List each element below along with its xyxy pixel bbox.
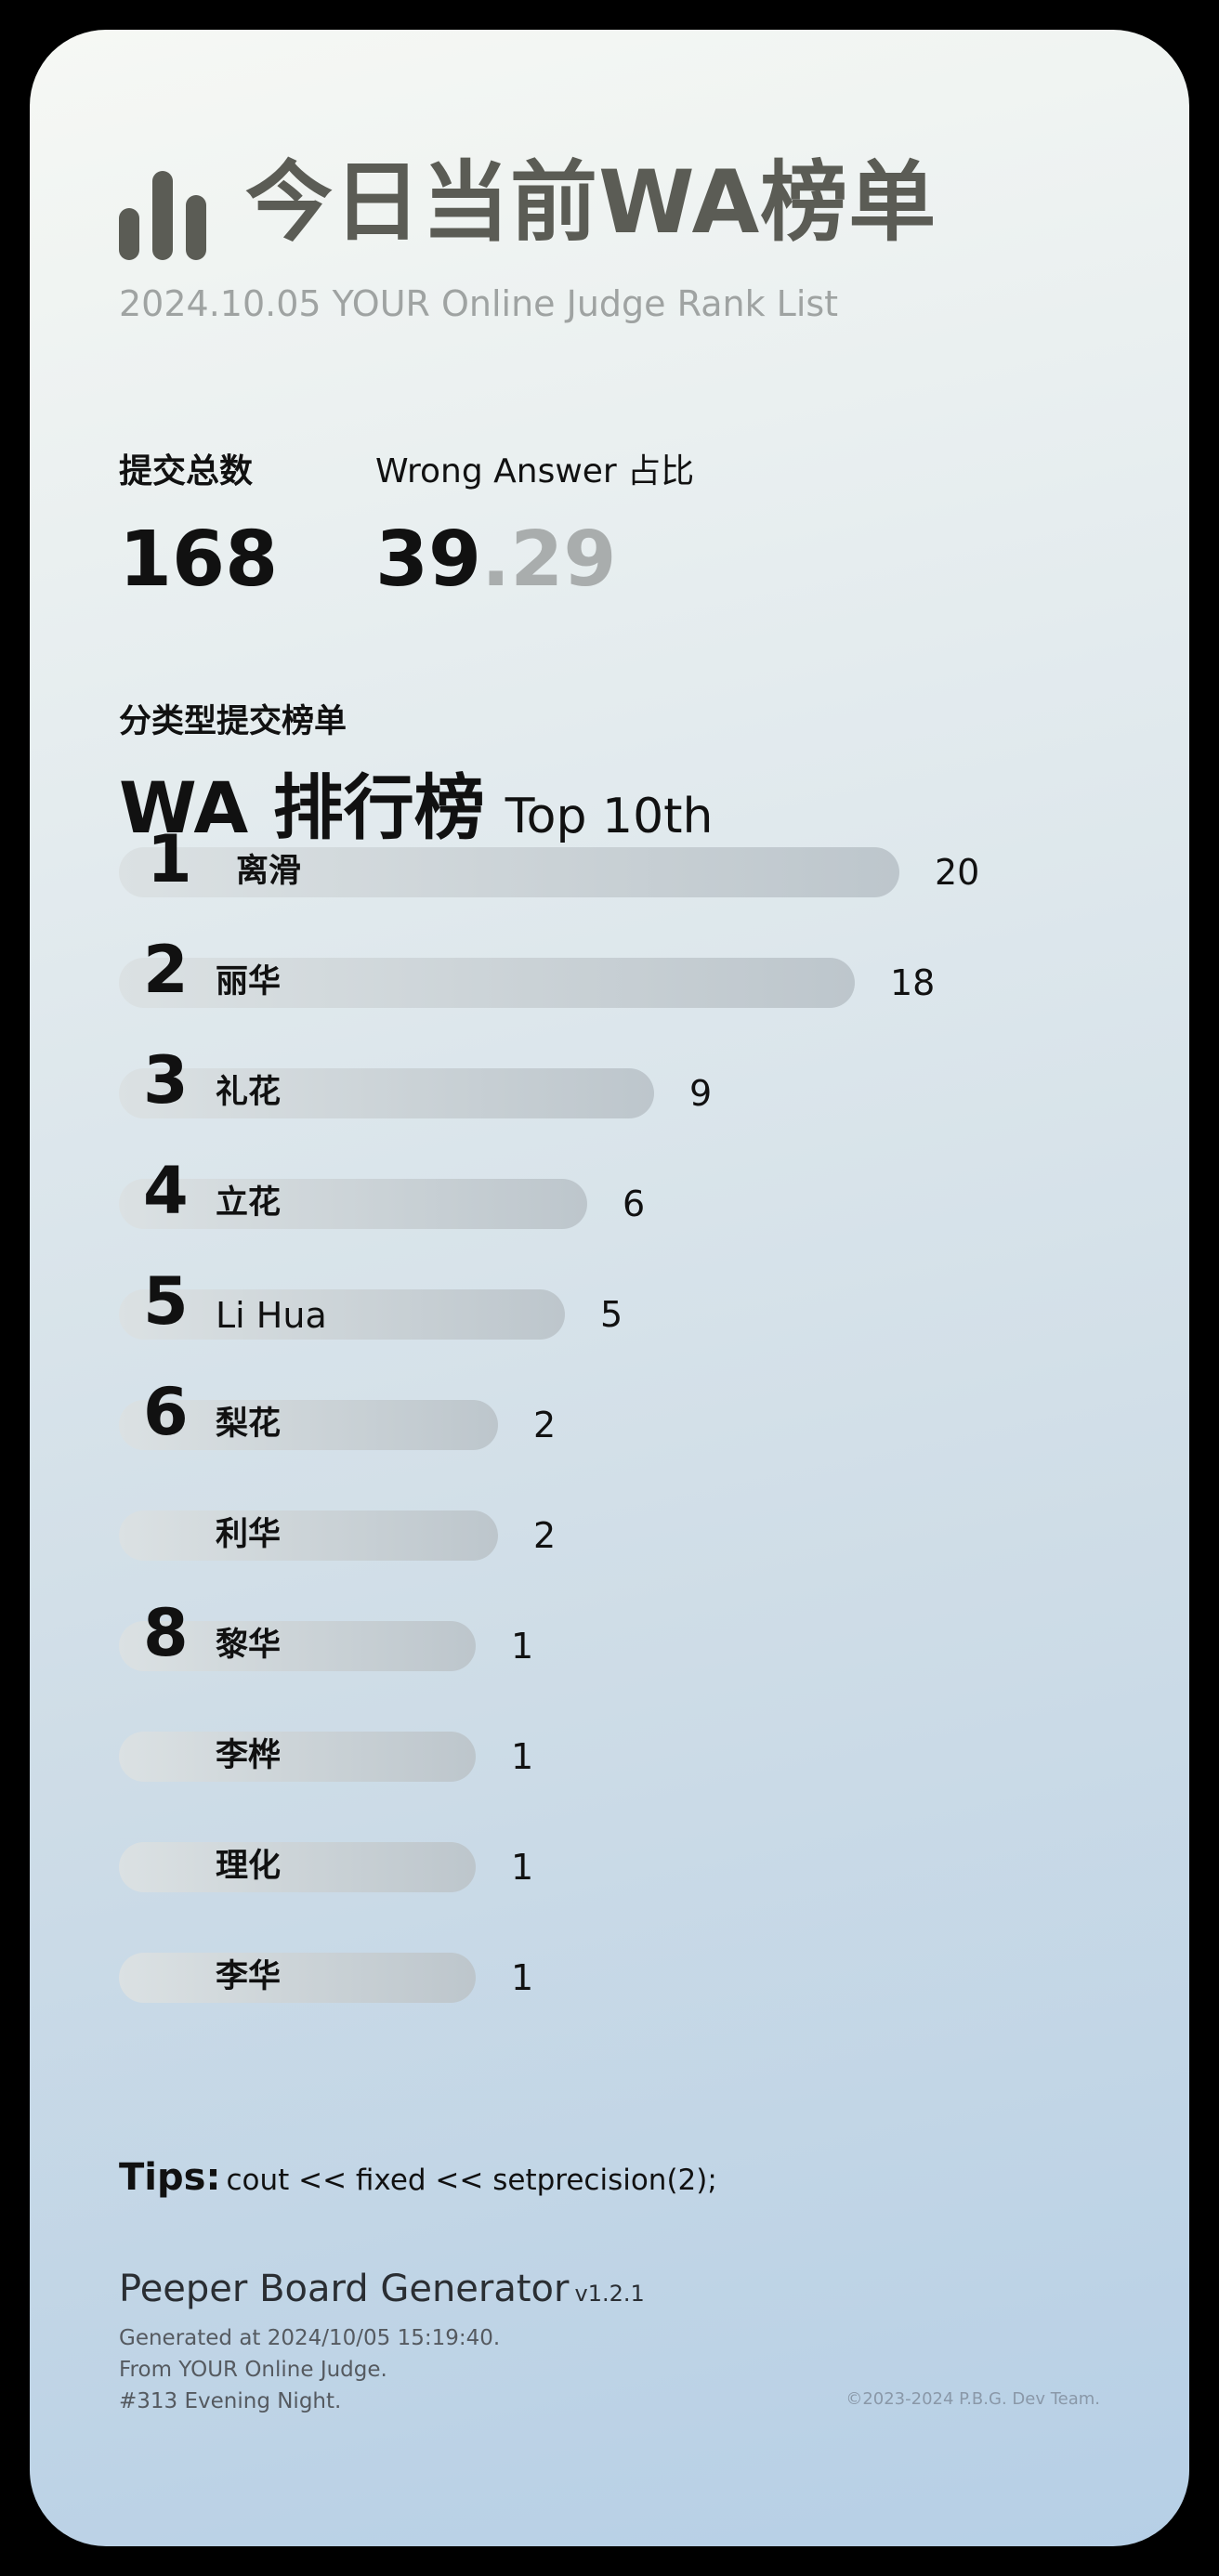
- rank-bar: [119, 1510, 498, 1561]
- rank-count: 6: [623, 1183, 646, 1224]
- rank-count: 1: [511, 1626, 534, 1667]
- rank-card: 今日当前WA榜单 2024.10.05 YOUR Online Judge Ra…: [30, 30, 1189, 2546]
- generator-info: Peeper Board Generator v1.2.1: [119, 2270, 645, 2308]
- wa-ratio-value: 39.29: [375, 522, 616, 598]
- rank-row: 2 丽华 18: [119, 937, 1141, 1013]
- rank-name: 理化: [216, 1848, 282, 1885]
- rank-row: 6 梨花 2: [119, 1380, 1141, 1456]
- rank-row: 3 礼花 9: [119, 1048, 1141, 1124]
- ranking-title: WA 排行榜 Top 10th: [119, 773, 714, 843]
- rank-count: 18: [890, 962, 936, 1003]
- rank-row: 1 离滑 20: [119, 827, 1141, 903]
- rank-row: 李桦 1: [119, 1732, 1141, 1787]
- rank-count: 5: [600, 1294, 623, 1335]
- generator-name: Peeper Board Generator: [119, 2268, 570, 2310]
- rank-name: 利华: [216, 1516, 282, 1553]
- rank-number: 4: [143, 1153, 189, 1229]
- rank-name: Li Hua: [216, 1295, 327, 1336]
- rank-row: 5 Li Hua 5: [119, 1269, 1141, 1345]
- rank-name: 礼花: [216, 1074, 282, 1111]
- wa-ratio-label: Wrong Answer 占比: [375, 452, 695, 490]
- rank-row: 理化 1: [119, 1842, 1141, 1898]
- tips: Tips: cout << fixed << setprecision(2);: [119, 2159, 717, 2196]
- bar-chart-icon: [119, 171, 206, 260]
- rank-bar: [119, 1179, 587, 1229]
- rank-name: 黎华: [216, 1627, 282, 1664]
- rank-row: 8 黎华 1: [119, 1601, 1141, 1677]
- rank-count: 1: [511, 1736, 534, 1777]
- rank-bar: [119, 1068, 654, 1118]
- rank-row: 4 立花 6: [119, 1158, 1141, 1235]
- generated-at: Generated at 2024/10/05 15:19:40.: [119, 2326, 501, 2350]
- rank-bar: [119, 1732, 476, 1782]
- rank-name: 丽华: [216, 963, 282, 1000]
- rank-number: 2: [143, 932, 189, 1008]
- total-submissions-value: 168: [119, 516, 279, 604]
- session-note: #313 Evening Night.: [119, 2389, 342, 2413]
- rank-name: 李华: [216, 1958, 282, 1995]
- page-title: 今日当前WA榜单: [245, 152, 937, 254]
- tips-label: Tips:: [119, 2156, 221, 2199]
- generator-version: v1.2.1: [574, 2281, 645, 2307]
- rank-name: 李桦: [216, 1737, 282, 1774]
- rank-number: 6: [143, 1374, 189, 1450]
- rank-count: 1: [511, 1957, 534, 1998]
- rank-name: 梨花: [216, 1406, 282, 1443]
- tips-text: cout << fixed << setprecision(2);: [226, 2164, 717, 2197]
- category-label: 分类型提交榜单: [119, 703, 347, 740]
- rank-bar: [119, 1953, 476, 2003]
- rank-count: 20: [935, 852, 980, 893]
- rank-number: 8: [143, 1595, 189, 1671]
- page-subtitle: 2024.10.05 YOUR Online Judge Rank List: [119, 283, 839, 324]
- rank-row: 利华 2: [119, 1510, 1141, 1566]
- wa-ratio-fraction: .29: [481, 516, 617, 604]
- rank-row: 李华 1: [119, 1953, 1141, 2008]
- rank-bar: [119, 1842, 476, 1892]
- rank-count: 2: [533, 1515, 557, 1556]
- copyright: ©2023-2024 P.B.G. Dev Team.: [845, 2389, 1100, 2409]
- source-judge: From YOUR Online Judge.: [119, 2358, 387, 2382]
- rank-count: 9: [689, 1073, 713, 1114]
- rank-number: 5: [143, 1263, 189, 1340]
- rank-name: 立花: [216, 1184, 282, 1222]
- rank-name: 离滑: [236, 853, 302, 890]
- wa-ratio-integer: 39: [375, 516, 482, 604]
- rank-count: 1: [511, 1847, 534, 1888]
- rank-number: 1: [147, 821, 192, 897]
- ranking-title-top: Top 10th: [505, 789, 714, 844]
- rank-count: 2: [533, 1405, 557, 1445]
- rank-number: 3: [143, 1042, 189, 1118]
- total-submissions-label: 提交总数: [119, 452, 254, 490]
